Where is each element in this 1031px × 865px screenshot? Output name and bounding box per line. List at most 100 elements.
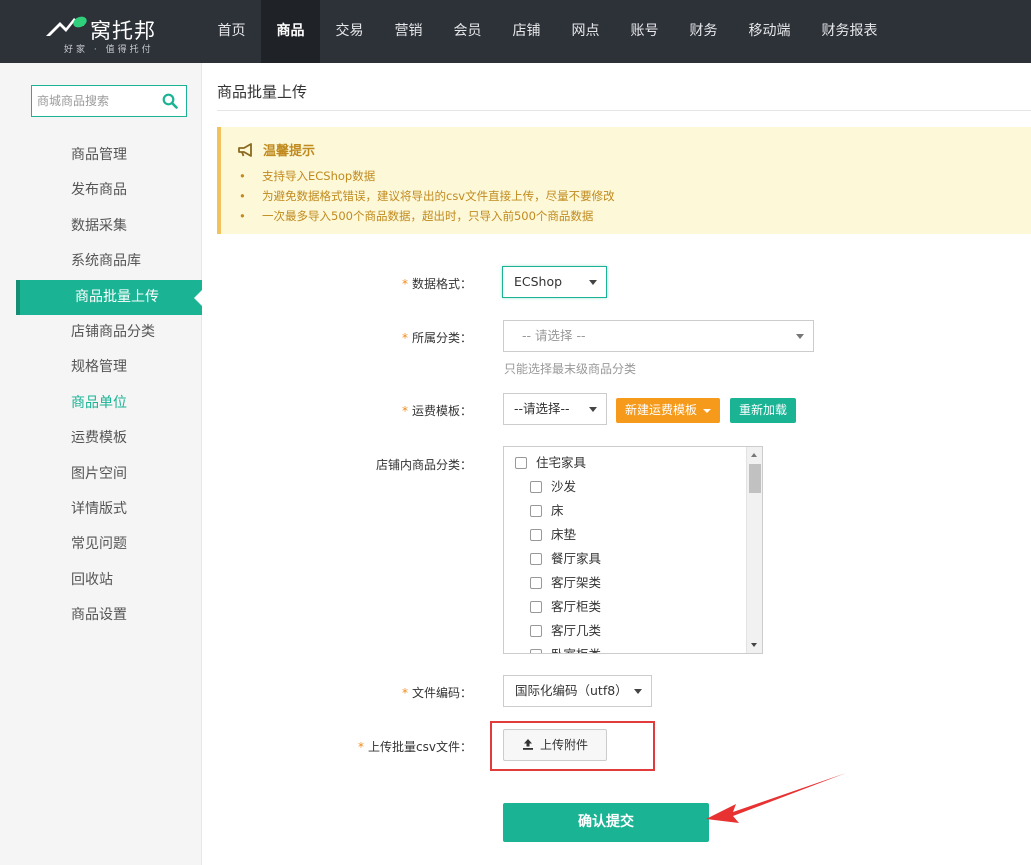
tree-item-label: 床垫 [551, 527, 577, 542]
scroll-down-icon[interactable] [751, 643, 757, 647]
tree-item-label: 沙发 [551, 479, 577, 494]
new-shipping-template-button[interactable]: 新建运费模板 [616, 398, 721, 423]
top-navbar: 窝托邦 好家 · 值得托付 首页 商品 交易 营销 会员 店铺 网点 账号 财务 移动端 财务报表 [0, 0, 1031, 63]
sidebar: 商品管理发布商品数据采集系统商品库商品批量上传店铺商品分类规格管理商品单位运费模… [0, 63, 202, 865]
nav-item-7[interactable]: 账号 [615, 0, 674, 63]
nav-item-1[interactable]: 商品 [261, 0, 320, 63]
tree-item[interactable]: 住宅家具 [515, 451, 586, 475]
sidebar-item-7[interactable]: 商品单位 [0, 386, 202, 421]
brand-logo[interactable]: 窝托邦 好家 · 值得托付 [44, 10, 174, 56]
nav-item-8[interactable]: 财务 [674, 0, 733, 63]
checkbox[interactable] [530, 625, 542, 637]
tree-item[interactable]: 客厅架类 [530, 571, 601, 595]
tree-item[interactable]: 客厅几类 [530, 619, 601, 643]
chevron-down-icon [589, 407, 597, 412]
page-title: 商品批量上传 [217, 83, 308, 101]
nav-item-10[interactable]: 财务报表 [806, 0, 893, 63]
sidebar-item-5[interactable]: 店铺商品分类 [0, 315, 202, 350]
sidebar-item-10[interactable]: 详情版式 [0, 492, 202, 527]
notice-item: 为避免数据格式错误，建议将导出的csv文件直接上传，尽量不要修改 [239, 186, 615, 206]
tree-item-label: 餐厅家具 [551, 551, 602, 566]
nav-item-4[interactable]: 会员 [438, 0, 497, 63]
search-input[interactable] [32, 86, 156, 116]
sidebar-item-3[interactable]: 系统商品库 [0, 244, 202, 279]
sidebar-item-label: 回收站 [71, 571, 113, 588]
sidebar-item-13[interactable]: 商品设置 [0, 598, 202, 633]
sidebar-item-9[interactable]: 图片空间 [0, 457, 202, 492]
sidebar-item-label: 系统商品库 [71, 253, 141, 270]
tree-item-label: 客厅柜类 [551, 599, 602, 614]
checkbox[interactable] [530, 553, 542, 565]
main-content: 商品批量上传 温馨提示 支持导入ECShop数据为避免数据格式错误，建议将导出的… [203, 63, 1031, 865]
notice-list: 支持导入ECShop数据为避免数据格式错误，建议将导出的csv文件直接上传，尽量… [239, 166, 615, 226]
checkbox[interactable] [530, 529, 542, 541]
sidebar-item-11[interactable]: 常见问题 [0, 527, 202, 562]
sidebar-item-label: 详情版式 [71, 500, 127, 517]
checkbox[interactable] [530, 481, 542, 493]
notice-item: 一次最多导入500个商品数据，超出时，只导入前500个商品数据 [239, 206, 615, 226]
sidebar-item-label: 图片空间 [71, 465, 127, 482]
checkbox[interactable] [530, 505, 542, 517]
tree-item[interactable]: 餐厅家具 [530, 547, 601, 571]
sidebar-item-label: 发布商品 [71, 182, 127, 199]
encoding-select[interactable]: 国际化编码（utf8） [503, 675, 652, 707]
shop-category-tree[interactable]: 卧室柜类 客厅几类 客厅柜类 客厅架类 餐厅家具 床垫 床 沙发 住宅家具 [503, 446, 763, 654]
category-help: 只能选择最末级商品分类 [504, 362, 637, 376]
checkbox[interactable] [530, 577, 542, 589]
sidebar-item-8[interactable]: 运费模板 [0, 421, 202, 456]
sidebar-item-2[interactable]: 数据采集 [0, 209, 202, 244]
sidebar-item-6[interactable]: 规格管理 [0, 350, 202, 385]
tree-item[interactable]: 客厅柜类 [530, 595, 601, 619]
tree-item[interactable]: 卧室柜类 [530, 643, 601, 653]
nav-item-5[interactable]: 店铺 [497, 0, 556, 63]
data-format-value: ECShop [514, 274, 563, 289]
search-icon[interactable] [162, 93, 178, 109]
tree-scrollbar[interactable] [746, 447, 762, 653]
shop-category-label: 店铺内商品分类： [375, 458, 472, 472]
encoding-label: * 文件编码： [401, 686, 472, 700]
data-format-select[interactable]: ECShop [502, 266, 607, 298]
reload-button[interactable]: 重新加载 [730, 398, 797, 423]
annotation-arrow-icon [706, 773, 846, 823]
tree-item-label: 床 [551, 503, 564, 518]
sidebar-item-0[interactable]: 商品管理 [0, 138, 202, 173]
title-divider [217, 110, 1031, 111]
sidebar-item-label: 商品单位 [71, 394, 127, 411]
category-select[interactable]: -- 请选择 -- [503, 320, 814, 352]
nav-item-9[interactable]: 移动端 [733, 0, 806, 63]
megaphone-icon [238, 142, 252, 157]
sidebar-item-4[interactable]: 商品批量上传 [16, 279, 202, 315]
nav-item-2[interactable]: 交易 [320, 0, 379, 63]
notice-title: 温馨提示 [263, 144, 316, 159]
checkbox[interactable] [530, 601, 542, 613]
sidebar-item-label: 常见问题 [71, 536, 127, 553]
sidebar-search [31, 85, 187, 117]
checkbox[interactable] [530, 649, 542, 653]
shipping-label: * 运费模板： [401, 404, 472, 418]
active-caret-icon [194, 289, 202, 306]
upload-label: * 上传批量csv文件： [358, 740, 472, 754]
nav-item-6[interactable]: 网点 [556, 0, 615, 63]
shipping-value: --请选择-- [514, 401, 570, 416]
highlight-annotation-box [490, 721, 655, 771]
sidebar-item-12[interactable]: 回收站 [0, 563, 202, 598]
submit-button[interactable]: 确认提交 [503, 803, 709, 842]
checkbox[interactable] [515, 457, 527, 469]
tree-item[interactable]: 床垫 [530, 523, 576, 547]
shipping-select[interactable]: --请选择-- [503, 393, 607, 425]
chevron-down-icon [589, 280, 597, 285]
scroll-up-icon[interactable] [751, 453, 757, 457]
tree-item[interactable]: 床 [530, 499, 564, 523]
sidebar-item-1[interactable]: 发布商品 [0, 173, 202, 208]
data-format-label: * 数据格式： [401, 277, 472, 291]
sidebar-item-label: 数据采集 [71, 217, 127, 234]
nav-item-3[interactable]: 营销 [379, 0, 438, 63]
notice-box: 温馨提示 支持导入ECShop数据为避免数据格式错误，建议将导出的csv文件直接… [217, 127, 1031, 234]
sidebar-item-label: 商品设置 [71, 607, 127, 624]
scroll-thumb[interactable] [749, 464, 761, 493]
tree-item[interactable]: 沙发 [530, 475, 576, 499]
chevron-down-icon [634, 689, 642, 694]
nav-item-0[interactable]: 首页 [202, 0, 261, 63]
category-value: -- 请选择 -- [522, 328, 586, 343]
category-label: * 所属分类： [401, 331, 472, 345]
